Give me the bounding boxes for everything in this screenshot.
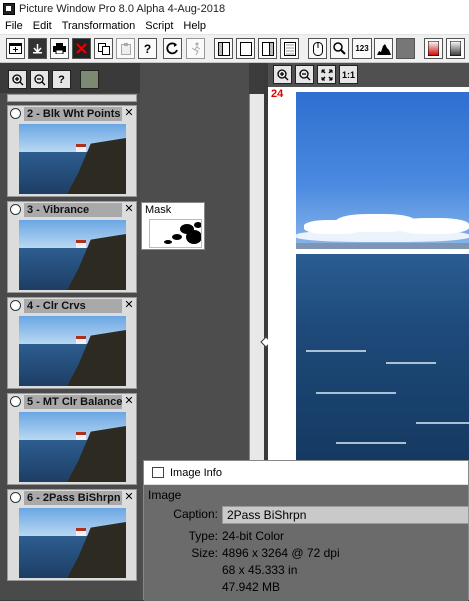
image-info-dialog: Image Info Image Caption: 2Pass BiShrpn … (143, 460, 469, 601)
close-icon[interactable]: ✕ (123, 107, 135, 120)
image-photo (296, 92, 469, 460)
mouse-icon[interactable] (308, 38, 327, 59)
zoom-out-icon[interactable] (30, 70, 49, 89)
menu-bar: File Edit Transformation Script Help (0, 18, 469, 35)
menu-script[interactable]: Script (140, 20, 178, 32)
gray-icon[interactable] (396, 38, 415, 59)
dialog-body: Image Caption: 2Pass BiShrpn Type: 24-bi… (144, 485, 469, 601)
caption-field[interactable]: 2Pass BiShrpn (222, 506, 469, 524)
menu-help[interactable]: Help (178, 20, 211, 32)
numbers-icon[interactable]: 123 (352, 38, 372, 59)
magnifier-icon[interactable] (330, 38, 349, 59)
dialog-title-bar: Image Info (144, 461, 468, 485)
close-icon[interactable]: ✕ (123, 491, 135, 504)
mask-image (149, 219, 202, 248)
step-label: 5 - MT Clr Balance (24, 394, 122, 409)
actual-size-button[interactable]: 1:1 (339, 65, 358, 84)
toolbar: ? 123 (0, 35, 469, 63)
step-thumbnail (19, 220, 126, 290)
step-thumbnail (19, 316, 126, 386)
step-vibrance[interactable]: 3 - Vibrance ✕ (7, 201, 137, 293)
open-icon[interactable] (28, 38, 47, 59)
swatch-icon[interactable] (80, 70, 99, 89)
menu-transformation[interactable]: Transformation (57, 20, 141, 32)
help-icon[interactable]: ? (138, 38, 157, 59)
zoom-level: 24 (271, 88, 284, 100)
panel2-icon[interactable] (236, 38, 255, 59)
step-thumbnail (19, 508, 126, 578)
print-icon[interactable] (50, 38, 69, 59)
step-2pass-bishrpn[interactable]: 6 - 2Pass BiShrpn ✕ (7, 489, 137, 581)
step-label: 2 - Blk Wht Points (24, 106, 122, 121)
step-label: 4 - Clr Crvs (24, 298, 122, 313)
panel1-icon[interactable] (214, 38, 233, 59)
image-zoom-out-icon[interactable] (295, 65, 314, 84)
step-radio[interactable] (10, 204, 21, 215)
image-zoom-in-icon[interactable] (273, 65, 292, 84)
mask-thumbnail[interactable]: Mask (141, 202, 205, 250)
refresh-icon[interactable] (163, 38, 182, 59)
type-label: Type: (188, 529, 218, 543)
steps-panel-tools: ? (0, 63, 140, 93)
red-gradient-icon[interactable] (424, 38, 443, 59)
size-megabytes: 47.942 MB (222, 580, 281, 594)
size-label: Size: (191, 546, 218, 560)
fit-to-window-icon[interactable] (317, 65, 336, 84)
step-thumbnail (19, 124, 126, 194)
window-icon (152, 467, 164, 478)
mask-label: Mask (145, 204, 172, 216)
step-label: 6 - 2Pass BiShrpn (24, 490, 122, 505)
step-blk-wht-points[interactable]: 2 - Blk Wht Points ✕ (7, 105, 137, 197)
step-radio[interactable] (10, 108, 21, 119)
app-icon (3, 3, 15, 15)
step-radio[interactable] (10, 300, 21, 311)
step-radio[interactable] (10, 396, 21, 407)
close-red-icon[interactable] (72, 38, 91, 59)
step-thumbnail (19, 412, 126, 482)
close-icon[interactable]: ✕ (123, 395, 135, 408)
panel-help-icon[interactable]: ? (52, 70, 71, 89)
close-icon[interactable]: ✕ (123, 203, 135, 216)
run-icon[interactable] (186, 38, 205, 59)
histogram-icon[interactable] (374, 38, 393, 59)
type-value: 24-bit Color (222, 529, 285, 543)
step-label: 3 - Vibrance (24, 202, 122, 217)
step-clr-crvs[interactable]: 4 - Clr Crvs ✕ (7, 297, 137, 389)
size-inches: 68 x 45.333 in (222, 563, 298, 577)
panel4-icon[interactable] (280, 38, 299, 59)
new-icon[interactable] (6, 38, 25, 59)
size-pixels: 4896 x 3264 @ 72 dpi (222, 546, 340, 560)
app-title: Picture Window Pro 8.0 Alpha 4-Aug-2018 (19, 3, 226, 15)
panel3-icon[interactable] (258, 38, 277, 59)
close-icon[interactable]: ✕ (123, 299, 135, 312)
image-toolbar: 1:1 (268, 63, 469, 87)
step-mt-clr-balance[interactable]: 5 - MT Clr Balance ✕ (7, 393, 137, 485)
menu-edit[interactable]: Edit (28, 20, 57, 32)
copy-icon[interactable] (94, 38, 113, 59)
step-radio[interactable] (10, 492, 21, 503)
caption-label: Caption: (173, 507, 218, 521)
paste-icon[interactable] (116, 38, 135, 59)
gray-gradient-icon[interactable] (446, 38, 465, 59)
dialog-title: Image Info (170, 466, 222, 479)
menu-file[interactable]: File (0, 20, 28, 32)
title-bar: Picture Window Pro 8.0 Alpha 4-Aug-2018 (0, 0, 469, 18)
zoom-in-icon[interactable] (8, 70, 27, 89)
section-heading: Image (148, 488, 182, 502)
step-partial (7, 94, 137, 102)
